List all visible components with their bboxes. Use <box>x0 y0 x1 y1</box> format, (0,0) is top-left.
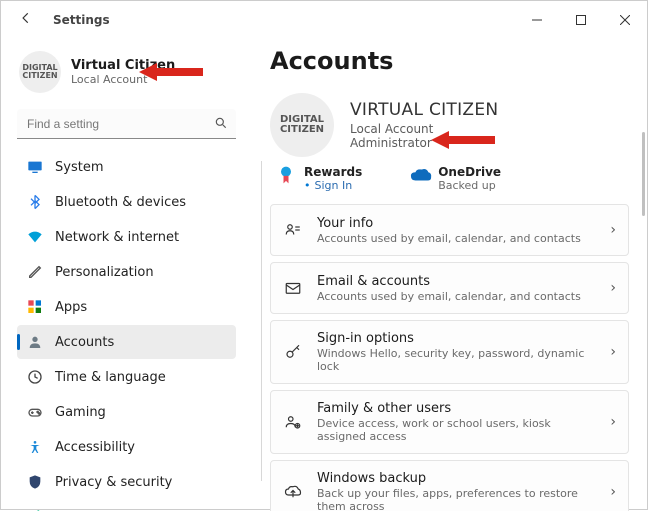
card-subtitle: Windows Hello, security key, password, d… <box>317 347 596 373</box>
sidebar-item-label: Gaming <box>55 405 106 420</box>
avatar: DIGITAL CITIZEN <box>19 51 61 93</box>
sidebar-item-system[interactable]: System <box>17 150 236 184</box>
people-icon <box>283 412 303 432</box>
sidebar-item-label: Network & internet <box>55 230 179 245</box>
onedrive-card[interactable]: OneDrive Backed up <box>410 165 501 192</box>
close-button[interactable] <box>603 1 647 39</box>
profile-type: Local Account <box>350 122 498 136</box>
sidebar-item-accessibility[interactable]: Accessibility <box>17 430 236 464</box>
card-title: Sign-in options <box>317 331 596 346</box>
sidebar-user[interactable]: DIGITAL CITIZEN Virtual Citizen Local Ac… <box>15 45 242 105</box>
maximize-button[interactable] <box>559 1 603 39</box>
card-subtitle: Accounts used by email, calendar, and co… <box>317 232 596 245</box>
mini-title: Rewards <box>304 165 362 179</box>
cloud-icon <box>410 165 430 185</box>
rewards-icon <box>276 165 296 185</box>
sidebar-item-label: System <box>55 160 103 175</box>
person-card-icon <box>283 220 303 240</box>
card-family[interactable]: Family & other users Device access, work… <box>270 390 629 454</box>
sidebar-item-privacy[interactable]: Privacy & security <box>17 465 236 499</box>
bluetooth-icon <box>27 194 43 210</box>
user-subtitle: Local Account <box>71 73 175 86</box>
search-input[interactable] <box>17 109 236 139</box>
sidebar-item-label: Bluetooth & devices <box>55 195 186 210</box>
chevron-right-icon: › <box>610 280 616 296</box>
sidebar-item-label: Apps <box>55 300 87 315</box>
chevron-right-icon: › <box>610 414 616 430</box>
chevron-right-icon: › <box>610 484 616 500</box>
sidebar-item-time[interactable]: Time & language <box>17 360 236 394</box>
sidebar-item-label: Time & language <box>55 370 166 385</box>
paint-icon <box>27 264 43 280</box>
window-controls <box>515 1 647 39</box>
sidebar-item-bluetooth[interactable]: Bluetooth & devices <box>17 185 236 219</box>
sidebar-item-apps[interactable]: Apps <box>17 290 236 324</box>
clock-icon <box>27 369 43 385</box>
shield-icon <box>27 474 43 490</box>
game-icon <box>27 404 43 420</box>
mini-sub: Backed up <box>438 179 501 192</box>
back-button[interactable] <box>13 11 39 29</box>
profile-block: DIGITAL CITIZEN VIRTUAL CITIZEN Local Ac… <box>270 93 629 157</box>
sidebar-item-gaming[interactable]: Gaming <box>17 395 236 429</box>
mini-cards: Rewards •Sign In OneDrive Backed up <box>276 165 629 192</box>
user-name: Virtual Citizen <box>71 58 175 73</box>
sidebar-item-personalization[interactable]: Personalization <box>17 255 236 289</box>
titlebar: Settings <box>1 1 647 39</box>
minimize-button[interactable] <box>515 1 559 39</box>
divider <box>261 161 262 481</box>
card-subtitle: Accounts used by email, calendar, and co… <box>317 290 596 303</box>
sidebar-item-label: Accounts <box>55 335 114 350</box>
system-icon <box>27 159 43 175</box>
card-backup[interactable]: Windows backup Back up your files, apps,… <box>270 460 629 511</box>
chevron-right-icon: › <box>610 222 616 238</box>
accessibility-icon <box>27 439 43 455</box>
key-icon <box>283 342 303 362</box>
mail-icon <box>283 278 303 298</box>
page-title: Accounts <box>270 47 629 75</box>
apps-icon <box>27 299 43 315</box>
card-signin[interactable]: Sign-in options Windows Hello, security … <box>270 320 629 384</box>
chevron-right-icon: › <box>610 344 616 360</box>
profile-role: Administrator <box>350 136 498 150</box>
avatar: DIGITAL CITIZEN <box>270 93 334 157</box>
nav-list: System Bluetooth & devices Network & int… <box>15 149 242 511</box>
card-subtitle: Back up your files, apps, preferences to… <box>317 487 596 511</box>
sidebar-item-label: Accessibility <box>55 440 135 455</box>
card-your-info[interactable]: Your info Accounts used by email, calend… <box>270 204 629 256</box>
sidebar: DIGITAL CITIZEN Virtual Citizen Local Ac… <box>1 39 246 511</box>
app-title: Settings <box>53 13 110 27</box>
card-title: Your info <box>317 216 596 231</box>
rewards-card[interactable]: Rewards •Sign In <box>276 165 362 192</box>
backup-icon <box>283 482 303 502</box>
profile-name: VIRTUAL CITIZEN <box>350 100 498 120</box>
card-title: Email & accounts <box>317 274 596 289</box>
mini-link[interactable]: •Sign In <box>304 179 362 192</box>
person-icon <box>27 334 43 350</box>
mini-title: OneDrive <box>438 165 501 179</box>
sidebar-item-update[interactable]: Windows Update <box>17 500 236 511</box>
sidebar-item-label: Privacy & security <box>55 475 172 490</box>
sidebar-item-network[interactable]: Network & internet <box>17 220 236 254</box>
card-subtitle: Device access, work or school users, kio… <box>317 417 596 443</box>
card-title: Family & other users <box>317 401 596 416</box>
scrollbar[interactable] <box>642 132 645 216</box>
settings-cards: Your info Accounts used by email, calend… <box>270 204 629 511</box>
content: Accounts DIGITAL CITIZEN VIRTUAL CITIZEN… <box>246 39 647 511</box>
card-email[interactable]: Email & accounts Accounts used by email,… <box>270 262 629 314</box>
sidebar-item-accounts[interactable]: Accounts <box>17 325 236 359</box>
wifi-icon <box>27 229 43 245</box>
search-icon <box>214 116 228 134</box>
sidebar-item-label: Personalization <box>55 265 154 280</box>
card-title: Windows backup <box>317 471 596 486</box>
search-box[interactable] <box>17 109 236 139</box>
